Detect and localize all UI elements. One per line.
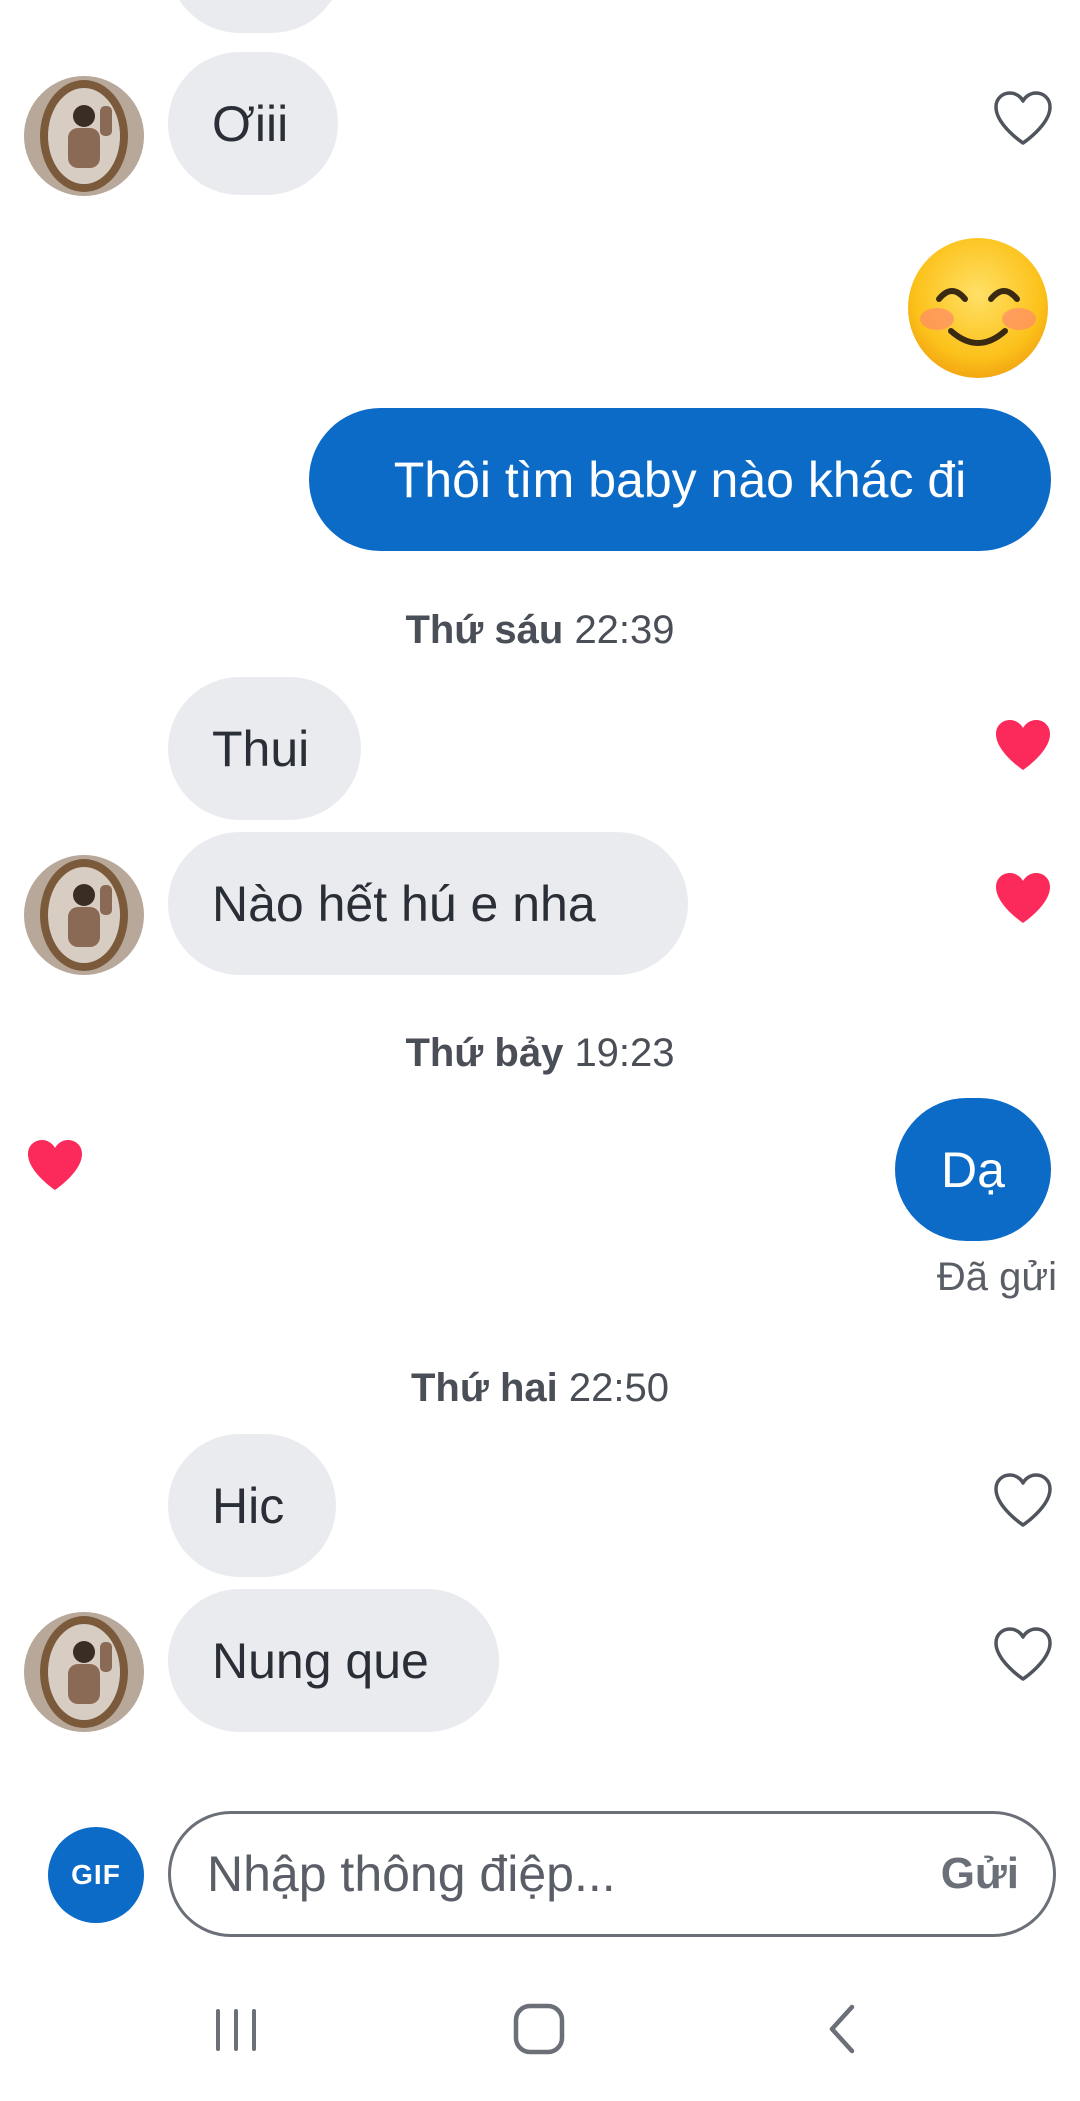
- message-text: Thôi tìm baby nào khác đi: [393, 451, 967, 508]
- message-bubble-partial: [168, 0, 343, 33]
- heart-icon[interactable]: [992, 1625, 1054, 1683]
- home-icon[interactable]: [510, 2001, 570, 2062]
- timestamp: Thứ sáu 22:39: [0, 608, 1080, 653]
- timestamp-time: 22:39: [574, 608, 675, 652]
- incoming-message[interactable]: Ơiii: [168, 52, 338, 195]
- message-text: Thui: [212, 720, 310, 777]
- timestamp-day: Thứ bảy: [405, 1031, 564, 1075]
- timestamp: Thứ bảy 19:23: [0, 1031, 1080, 1076]
- message-input-container[interactable]: Gửi: [168, 1811, 1056, 1937]
- message-input[interactable]: [205, 1844, 869, 1904]
- avatar[interactable]: [24, 1612, 144, 1732]
- incoming-message[interactable]: Hic: [168, 1434, 336, 1577]
- heart-icon[interactable]: [992, 716, 1054, 774]
- send-button[interactable]: Gửi: [941, 1849, 1019, 1899]
- sent-status: Đã gửi: [936, 1255, 1057, 1299]
- avatar[interactable]: [24, 855, 144, 975]
- timestamp-day: Thứ hai: [411, 1366, 558, 1410]
- incoming-message[interactable]: Nào hết hú e nha: [168, 832, 688, 975]
- message-text: Nung que: [212, 1632, 429, 1689]
- back-icon[interactable]: [822, 2001, 862, 2062]
- timestamp: Thứ hai 22:50: [0, 1366, 1080, 1411]
- message-text: Nào hết hú e nha: [212, 875, 596, 932]
- chat-screen: Ơiii Thôi tìm baby nào khác đi Thứ sáu 2…: [0, 0, 1080, 2101]
- avatar[interactable]: [24, 76, 144, 196]
- incoming-message[interactable]: Thui: [168, 677, 361, 820]
- gif-button[interactable]: GIF: [48, 1827, 144, 1923]
- message-text: Hic: [212, 1477, 285, 1534]
- timestamp-time: 22:50: [568, 1366, 669, 1410]
- gif-label: GIF: [71, 1859, 121, 1890]
- incoming-message[interactable]: Nung que: [168, 1589, 499, 1732]
- smiling-face-emoji-icon[interactable]: [905, 235, 1051, 381]
- message-text: Ơiii: [212, 95, 289, 152]
- heart-icon[interactable]: [992, 89, 1054, 147]
- heart-icon[interactable]: [992, 869, 1054, 927]
- heart-icon[interactable]: [24, 1136, 86, 1194]
- heart-icon[interactable]: [992, 1471, 1054, 1529]
- recent-apps-icon[interactable]: [212, 2005, 262, 2060]
- outgoing-message[interactable]: Thôi tìm baby nào khác đi: [309, 408, 1051, 551]
- timestamp-time: 19:23: [574, 1031, 675, 1075]
- timestamp-day: Thứ sáu: [405, 608, 564, 652]
- outgoing-message[interactable]: Dạ: [895, 1098, 1051, 1241]
- message-text: Dạ: [941, 1141, 1005, 1198]
